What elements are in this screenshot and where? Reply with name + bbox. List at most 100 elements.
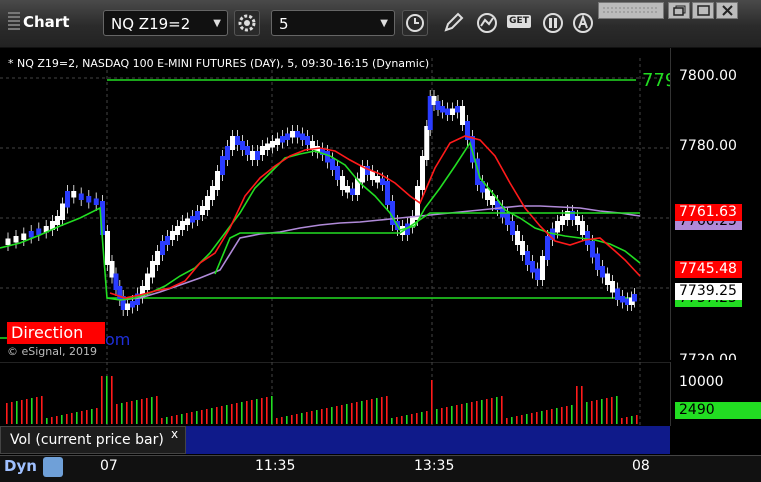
- price-chart[interactable]: [0, 48, 670, 360]
- candle: [13, 236, 19, 243]
- link-icon[interactable]: [43, 457, 63, 477]
- pause-button[interactable]: [540, 10, 566, 36]
- volume-legend[interactable]: Vol (current price bar): [0, 426, 186, 454]
- volume-bar: [226, 405, 228, 424]
- volume-bar: [501, 396, 503, 424]
- volume-bar: [161, 418, 163, 424]
- candle: [435, 101, 441, 110]
- candle: [300, 133, 305, 140]
- candle: [230, 136, 235, 150]
- candle: [155, 251, 160, 265]
- volume-bar: [581, 386, 583, 424]
- clock-icon: [406, 14, 424, 32]
- volume-bar: [421, 412, 423, 424]
- candle: [5, 238, 11, 245]
- price-label: 7800.00: [679, 68, 737, 84]
- time-button[interactable]: [402, 10, 428, 36]
- dyn-label[interactable]: Dyn: [4, 457, 37, 475]
- restore-button[interactable]: [668, 2, 690, 19]
- gear-icon: [238, 14, 256, 32]
- volume-bar: [381, 397, 383, 424]
- volume-bar: [41, 396, 43, 424]
- candle: [260, 146, 265, 155]
- volume-bar: [351, 403, 353, 424]
- volume-bar: [26, 399, 28, 424]
- settings-button[interactable]: [234, 10, 260, 36]
- pause-icon: [543, 13, 563, 33]
- volume-bar: [201, 410, 203, 424]
- close-button[interactable]: [716, 2, 738, 19]
- red-high-price-tag: 7761.63: [675, 204, 742, 221]
- volume-bar: [6, 403, 8, 424]
- alert-icon: [573, 13, 593, 33]
- chevron-down-icon[interactable]: ▼: [380, 11, 388, 37]
- volume-bar: [241, 402, 243, 424]
- volume-bar: [256, 399, 258, 424]
- close-icon[interactable]: x: [171, 427, 178, 441]
- window-grip[interactable]: [598, 2, 664, 19]
- volume-bar: [521, 415, 523, 424]
- draw-button[interactable]: [440, 10, 466, 36]
- get-button[interactable]: GET: [506, 10, 536, 36]
- level-lines: [0, 79, 636, 339]
- alert-button[interactable]: [570, 10, 596, 36]
- interval-value: 5: [279, 15, 289, 33]
- volume-bar: [626, 417, 628, 424]
- candle: [385, 181, 390, 205]
- volume-bar: [346, 404, 348, 424]
- price-axis[interactable]: 7800.00 7780.00 7760.25 7761.63 7745.48 …: [670, 48, 761, 360]
- volume-bar: [596, 400, 598, 424]
- candle: [275, 138, 280, 145]
- volume-bar: [116, 404, 118, 424]
- volume-bar: [371, 399, 373, 424]
- grip-icon[interactable]: [8, 12, 20, 32]
- candle: [530, 261, 535, 273]
- candle: [55, 216, 60, 225]
- volume-bar: [506, 418, 508, 424]
- candle: [195, 211, 200, 220]
- red-low-price-tag: 7745.48: [675, 261, 742, 278]
- candle: [420, 156, 425, 190]
- candle: [490, 196, 495, 205]
- maximize-button[interactable]: [692, 2, 714, 19]
- volume-bar: [441, 408, 443, 424]
- candle: [60, 203, 65, 220]
- volume-bar: [386, 396, 388, 424]
- candle: [605, 273, 610, 285]
- symbol-field[interactable]: NQ Z19=2 ▼: [103, 10, 228, 36]
- volume-bar: [51, 417, 53, 424]
- volume-chart[interactable]: [0, 362, 670, 426]
- volume-bar: [296, 414, 298, 424]
- maximize-icon: [697, 5, 710, 16]
- volume-bar: [211, 408, 213, 424]
- volume-bar: [486, 399, 488, 424]
- candle: [535, 268, 540, 280]
- close-icon: [722, 5, 733, 16]
- candle: [380, 178, 385, 185]
- volume-bar: [236, 403, 238, 424]
- candle: [560, 216, 565, 225]
- studies-button[interactable]: [474, 10, 500, 36]
- volume-bar: [171, 416, 173, 424]
- candle: [375, 176, 380, 183]
- volume-axis[interactable]: 10000 2490: [670, 362, 761, 426]
- volume-bar: [446, 407, 448, 424]
- volume-bar: [591, 401, 593, 424]
- candle: [215, 171, 220, 190]
- candle: [28, 231, 34, 238]
- volume-bar: [266, 397, 268, 424]
- volume-bar: [216, 407, 218, 424]
- candle: [590, 241, 595, 258]
- chevron-down-icon[interactable]: ▼: [213, 11, 221, 37]
- volume-bar: [286, 416, 288, 424]
- volume-bar: [396, 417, 398, 424]
- candle: [210, 186, 215, 200]
- candle: [125, 303, 130, 310]
- time-label: 07: [100, 458, 118, 474]
- direction-badge[interactable]: Direction: [7, 322, 105, 344]
- volume-bar: [551, 409, 553, 424]
- volume-bar: [411, 414, 413, 424]
- volume-bar: [31, 398, 33, 424]
- candle: [86, 196, 92, 203]
- interval-field[interactable]: 5 ▼: [271, 10, 395, 36]
